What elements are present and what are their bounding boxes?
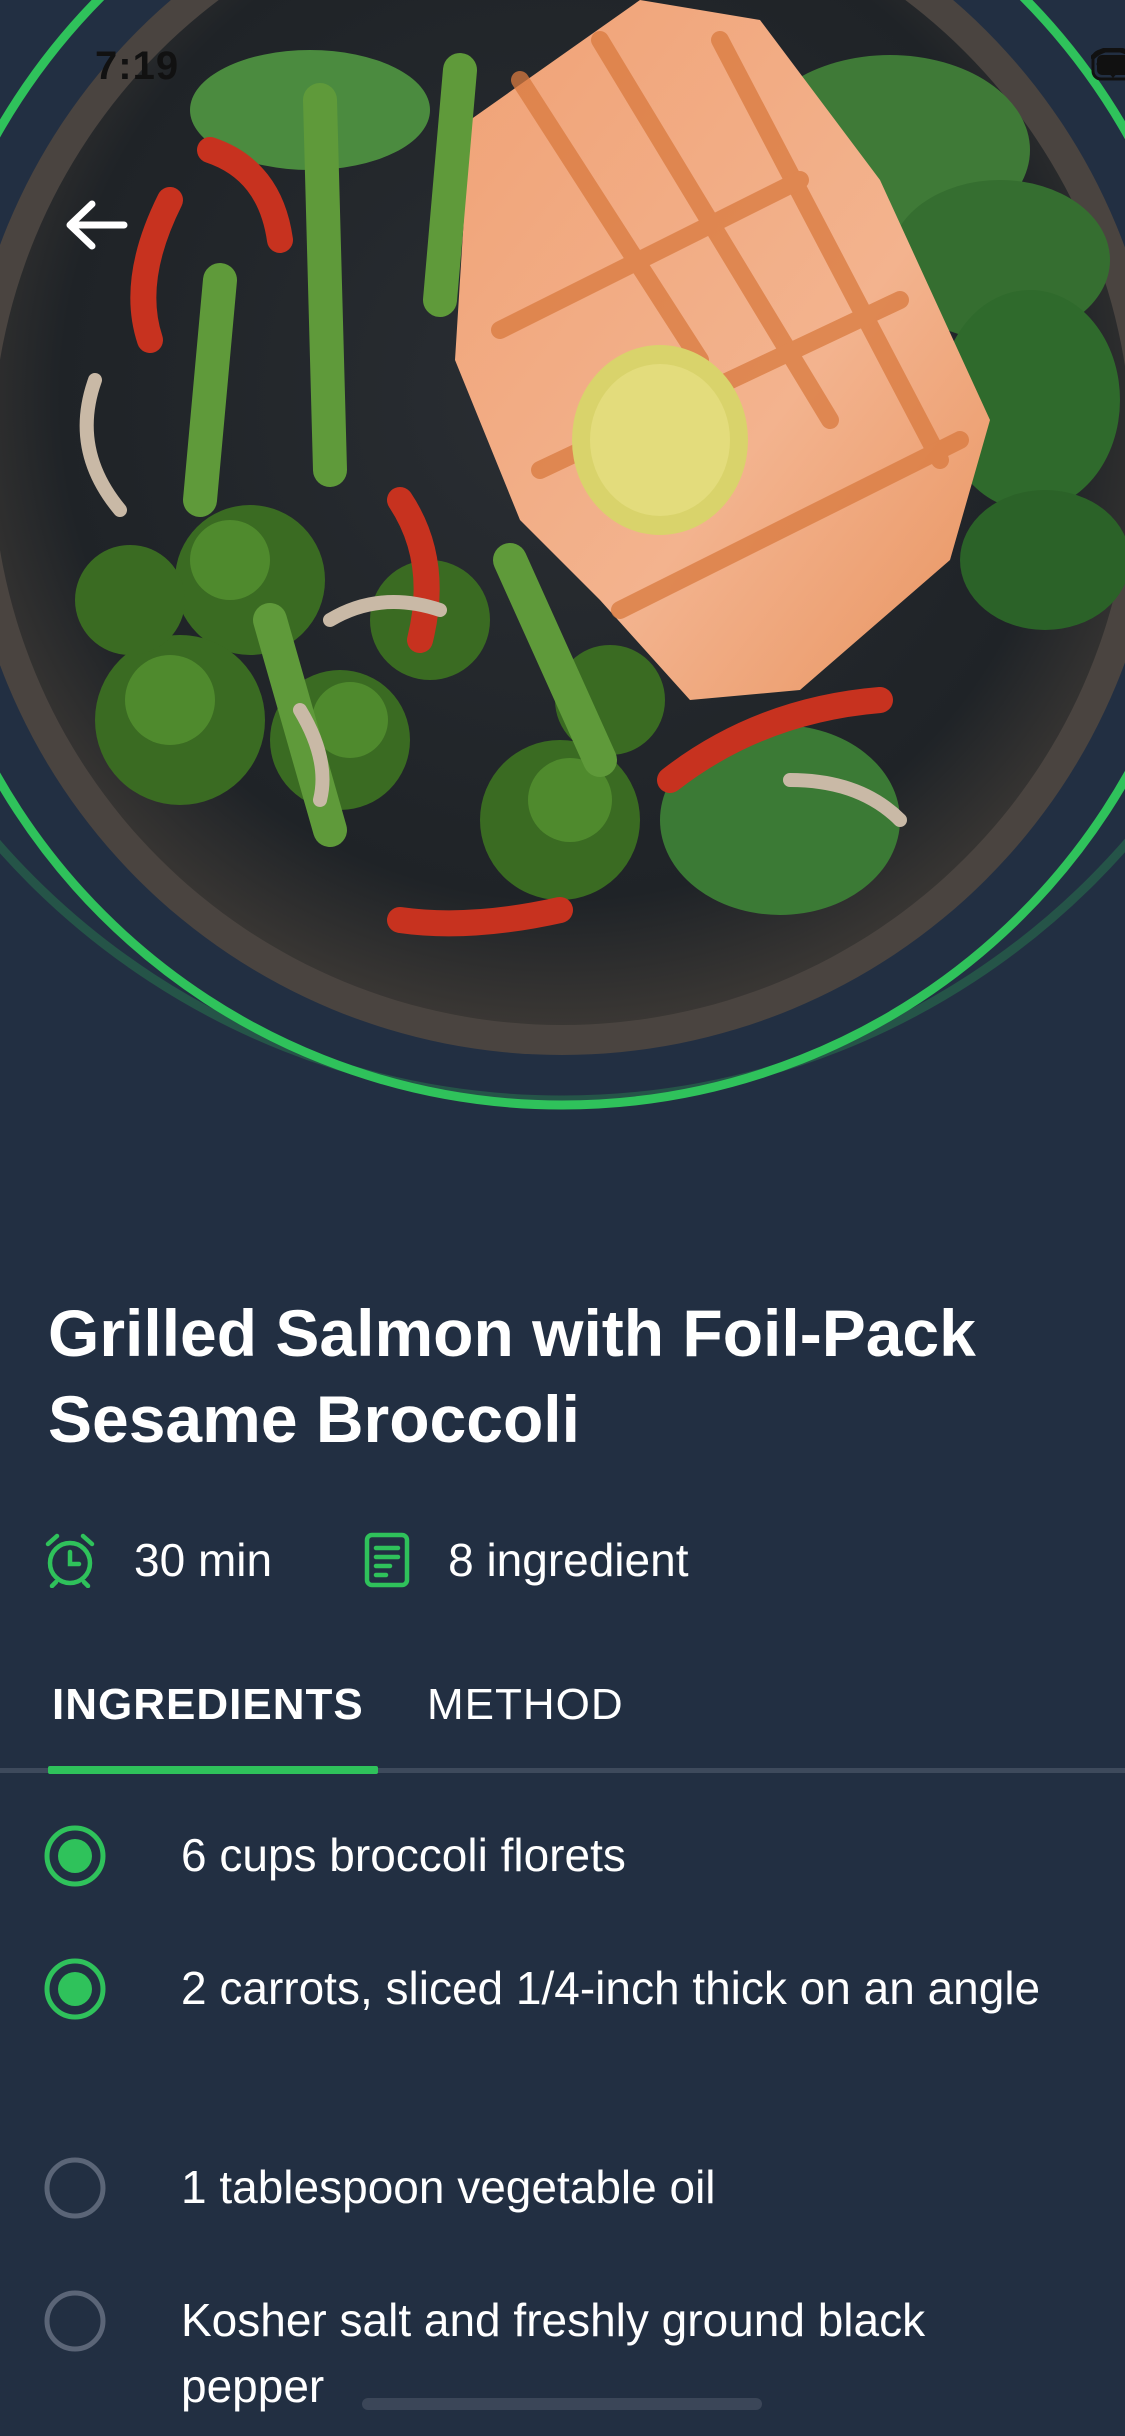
plate-illustration <box>0 0 1125 1110</box>
recipe-tabs: INGREDIENTS METHOD <box>0 1660 1125 1780</box>
unchecked-radio-icon[interactable] <box>44 2290 106 2352</box>
recipe-title: Grilled Salmon with Foil-Pack Sesame Bro… <box>48 1296 976 1456</box>
back-arrow-icon <box>66 200 128 250</box>
back-button[interactable] <box>64 200 140 256</box>
ingredient-text: 6 cups broccoli florets <box>181 1829 626 1881</box>
ingredient-count-info: 8 ingredient <box>364 1532 688 1588</box>
ingredient-text: 2 carrots, sliced 1/4-inch thick on an a… <box>181 1962 1041 2014</box>
recipe-hero-image: 7:19 <box>0 0 1125 1130</box>
tab-active-indicator <box>48 1766 378 1774</box>
ingredient-count-label: 8 ingredient <box>448 1534 689 1586</box>
duration-info: 30 min <box>44 1532 272 1588</box>
status-time: 7:19 <box>95 44 180 88</box>
tab-ingredients[interactable]: INGREDIENTS <box>52 1680 364 1730</box>
document-list-icon <box>364 1532 410 1588</box>
tab-method[interactable]: METHOD <box>427 1680 624 1730</box>
ingredient-text: 1 tablespoon vegetable oil <box>181 2161 716 2213</box>
home-indicator <box>362 2398 762 2410</box>
battery-icon <box>1091 49 1125 81</box>
alarm-clock-icon <box>45 1533 95 1588</box>
duration-label: 30 min <box>134 1534 273 1586</box>
checked-radio-icon[interactable] <box>44 1825 106 1887</box>
checked-radio-icon[interactable] <box>44 1958 106 2020</box>
unchecked-radio-icon[interactable] <box>44 2157 106 2219</box>
recipe-meta: 30 min 8 ingredient <box>44 1525 780 1595</box>
